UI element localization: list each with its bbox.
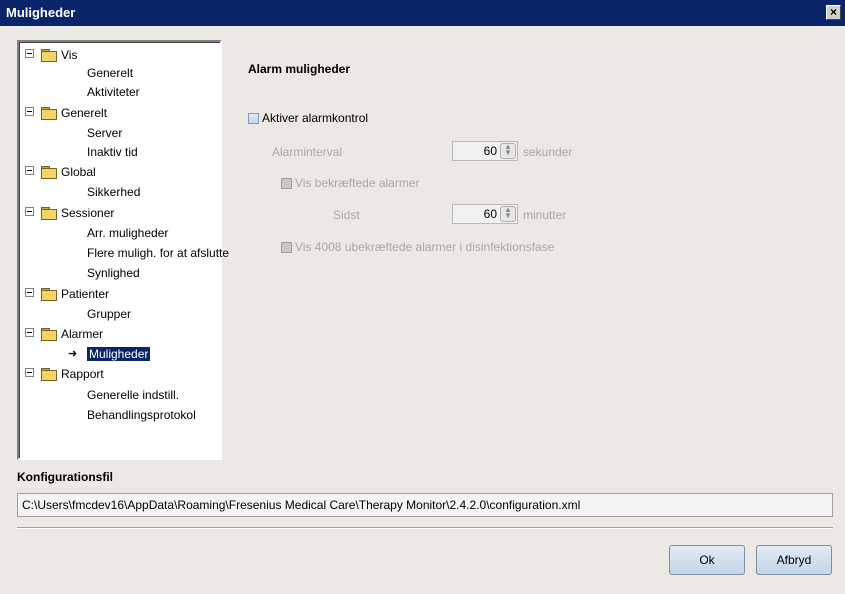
arrow-right-icon: ➜ [68, 348, 78, 360]
tree-item-generelle-indstill[interactable]: Generelle indstill. [87, 386, 179, 404]
tree-item-sikkerhed[interactable]: Sikkerhed [87, 183, 140, 201]
tree-item-synlighed[interactable]: Synlighed [87, 264, 140, 282]
tree-item-inaktiv-tid[interactable]: Inaktiv tid [87, 143, 138, 161]
tree-node-label: Vis [61, 48, 78, 62]
tree-item-muligheder-selected[interactable]: Muligheder [87, 345, 151, 363]
minus-box-icon[interactable] [25, 368, 34, 377]
window-title: Muligheder [6, 5, 76, 20]
show-confirmed-checkbox[interactable] [281, 178, 292, 189]
tree-item-vis-aktiviteter[interactable]: Aktiviteter [87, 83, 140, 101]
tree-node-label: Sessioner [61, 206, 115, 220]
minus-box-icon[interactable] [25, 49, 34, 58]
folder-icon [41, 368, 57, 381]
title-bar: Muligheder × [0, 0, 845, 26]
config-file-title: Konfigurationsfil [17, 470, 113, 484]
spinner-arrows-icon[interactable]: ▲ ▼ [500, 143, 516, 159]
last-unit: minutter [523, 208, 567, 222]
alarm-interval-value[interactable]: 60 [484, 144, 497, 158]
minus-box-icon[interactable] [25, 166, 34, 175]
tree-item-behandlingsprotokol[interactable]: Behandlingsprotokol [87, 406, 196, 424]
tree-item-flere-muligheder[interactable]: Flere muligh. for at afslutte [87, 244, 229, 262]
enable-alarm-label[interactable]: Aktiver alarmkontrol [262, 111, 368, 125]
alarm-interval-spinner[interactable]: 60 ▲ ▼ [452, 141, 518, 161]
tree-node-label: Global [61, 165, 96, 179]
alarm-interval-unit: sekunder [523, 145, 573, 159]
folder-icon [41, 288, 57, 301]
tree-item-vis-generelt[interactable]: Generelt [87, 64, 133, 82]
spinner-arrows-icon[interactable]: ▲ ▼ [500, 206, 516, 222]
tree-node-label: Patienter [61, 287, 110, 301]
tree-node-label: Generelt [61, 106, 108, 120]
show-confirmed-label: Vis bekræftede alarmer [295, 176, 420, 190]
divider [17, 527, 833, 529]
enable-alarm-checkbox[interactable] [248, 113, 259, 124]
minus-box-icon[interactable] [25, 288, 34, 297]
show-unconfirmed-label: Vis 4008 ubekræftede alarmer i disinfekt… [295, 240, 555, 254]
last-value[interactable]: 60 [484, 207, 497, 221]
folder-icon [41, 166, 57, 179]
show-unconfirmed-checkbox[interactable] [281, 242, 292, 253]
config-file-path-field[interactable]: C:\Users\fmcdev16\AppData\Roaming\Fresen… [17, 493, 833, 517]
minus-box-icon[interactable] [25, 207, 34, 216]
folder-icon [41, 328, 57, 341]
ok-button[interactable]: Ok [669, 545, 745, 575]
close-button[interactable]: × [826, 5, 841, 20]
minus-box-icon[interactable] [25, 328, 34, 337]
tree-item-server[interactable]: Server [87, 124, 122, 142]
cancel-button[interactable]: Afbryd [756, 545, 832, 575]
folder-icon [41, 207, 57, 220]
tree-node-label: Rapport [61, 367, 104, 381]
last-spinner[interactable]: 60 ▲ ▼ [452, 204, 518, 224]
panel-heading: Alarm muligheder [248, 62, 351, 76]
tree-item-arr-muligheder[interactable]: Arr. muligheder [87, 224, 168, 242]
minus-box-icon[interactable] [25, 107, 34, 116]
folder-icon [41, 107, 57, 120]
alarm-interval-label: Alarminterval [272, 145, 343, 159]
tree-item-grupper[interactable]: Grupper [87, 305, 131, 323]
last-label: Sidst [333, 208, 360, 222]
folder-icon [41, 49, 57, 62]
tree-node-label: Alarmer [61, 327, 104, 341]
selected-item-label: Muligheder [87, 347, 151, 361]
options-tree[interactable]: Vis Generelt Aktiviteter Generelt Server… [17, 40, 229, 460]
